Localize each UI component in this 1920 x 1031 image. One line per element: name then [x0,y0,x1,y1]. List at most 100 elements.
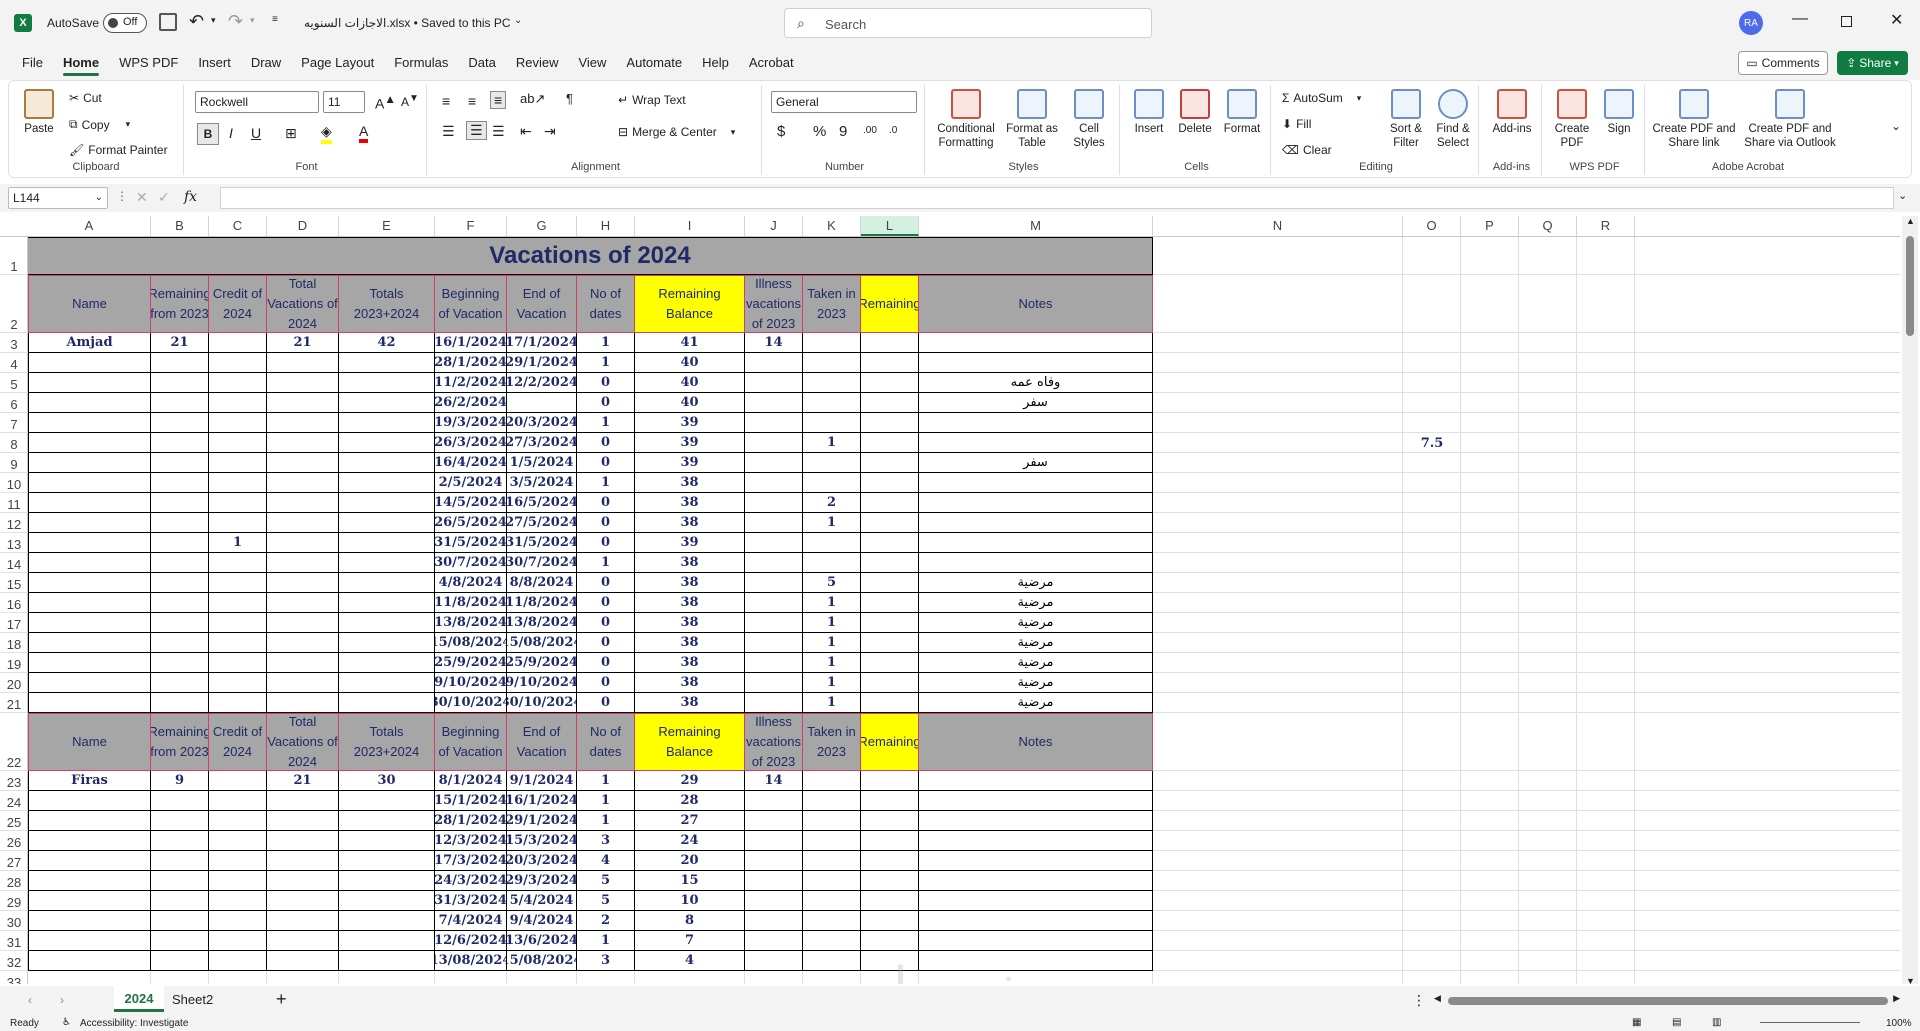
table-cell[interactable]: 11/2/2024 [435,373,507,393]
header-cell-f[interactable]: Beginning of Vacation [435,713,507,771]
table-cell[interactable] [28,811,151,831]
table-cell[interactable]: 1 [577,771,635,791]
table-cell[interactable]: 4 [577,851,635,871]
header-cell-h[interactable]: No of dates [577,275,635,333]
table-cell[interactable] [339,573,435,593]
table-cell[interactable]: 15/3/2024 [507,831,577,851]
table-cell[interactable] [209,891,267,911]
header-cell-a[interactable]: Name [28,275,151,333]
table-cell[interactable] [28,891,151,911]
table-cell[interactable]: 5 [577,891,635,911]
table-cell[interactable] [267,613,339,633]
tab-draw[interactable]: Draw [241,46,291,80]
table-cell[interactable]: 1 [803,693,861,713]
table-cell[interactable] [919,871,1153,891]
scroll-right-icon[interactable]: ▶ [1893,993,1900,1004]
table-cell[interactable]: 38 [635,553,745,573]
table-cell[interactable] [861,553,919,573]
table-cell[interactable] [209,693,267,713]
table-cell[interactable] [28,393,151,413]
paste-button[interactable]: Paste [19,89,59,136]
header-cell-k[interactable]: Taken in 2023 [803,713,861,771]
formula-input[interactable] [220,187,1894,209]
table-cell[interactable] [861,771,919,791]
table-cell[interactable] [209,771,267,791]
table-cell[interactable] [209,553,267,573]
table-cell[interactable]: 25/9/2024 [435,653,507,673]
table-cell[interactable] [267,493,339,513]
table-cell[interactable] [861,633,919,653]
italic-icon[interactable]: I [229,125,233,141]
table-cell[interactable]: مرضية [919,633,1153,653]
table-cell[interactable] [919,831,1153,851]
table-cell[interactable]: 14 [745,771,803,791]
sheet-tab-sheet2[interactable]: Sheet2 [172,992,213,1007]
number-format-select[interactable]: General [771,91,917,113]
table-cell[interactable]: 38 [635,693,745,713]
table-cell[interactable] [861,851,919,871]
cut-button[interactable]: ✂ Cut [69,91,102,105]
table-cell[interactable] [919,553,1153,573]
table-cell[interactable] [861,573,919,593]
table-cell[interactable] [28,693,151,713]
sheet-tab-2024[interactable]: 2024 [114,986,164,1012]
document-title[interactable]: الاجازات السنويه.xlsx • Saved to this PC [304,16,511,30]
table-cell[interactable] [28,613,151,633]
table-cell[interactable] [28,353,151,373]
table-cell[interactable] [861,871,919,891]
table-cell[interactable]: 1 [803,593,861,613]
table-cell[interactable] [919,473,1153,493]
table-cell[interactable] [267,393,339,413]
table-cell[interactable] [745,413,803,433]
font-name-select[interactable]: Rockwell [195,91,319,113]
table-cell[interactable]: 0 [577,433,635,453]
table-cell[interactable]: 19/3/2024 [435,413,507,433]
merge-center-button[interactable]: ⊟ Merge & Center ▾ [618,125,735,139]
bold-icon[interactable]: B [197,123,219,145]
table-cell[interactable]: 8/1/2024 [435,771,507,791]
table-cell[interactable] [745,593,803,613]
table-cell[interactable]: 27/3/2024 [507,433,577,453]
table-cell[interactable]: 7/4/2024 [435,911,507,931]
sort-filter-button[interactable]: Sort & Filter [1384,89,1428,150]
underline-icon[interactable]: U [251,125,261,141]
table-cell[interactable] [151,791,209,811]
table-cell[interactable] [745,573,803,593]
table-cell[interactable] [919,493,1153,513]
more-icon[interactable]: ⋮ [116,189,128,203]
table-cell[interactable]: 0 [577,633,635,653]
table-cell[interactable] [267,653,339,673]
table-cell[interactable] [209,413,267,433]
table-cell[interactable]: 39 [635,413,745,433]
table-cell[interactable]: 12/2/2024 [507,373,577,393]
header-cell-i[interactable]: Remaining Balance [635,275,745,333]
table-cell[interactable]: 7 [635,931,745,951]
table-cell[interactable]: وفاه عمه [919,373,1153,393]
table-cell[interactable] [745,613,803,633]
table-cell[interactable]: 21 [267,333,339,353]
table-cell[interactable] [28,413,151,433]
table-cell[interactable] [267,931,339,951]
table-cell[interactable] [919,333,1153,353]
table-cell[interactable] [267,831,339,851]
table-cell[interactable]: 16/5/2024 [507,493,577,513]
table-cell[interactable] [28,433,151,453]
table-cell[interactable]: 4/8/2024 [435,573,507,593]
table-cell[interactable] [28,791,151,811]
table-cell[interactable]: 17/1/2024 [507,333,577,353]
table-cell[interactable] [861,433,919,453]
table-cell[interactable]: 9 [151,771,209,791]
table-cell[interactable] [339,851,435,871]
header-cell-l[interactable]: Remaining [861,713,919,771]
header-cell-b[interactable]: Remaining from 2023 [151,275,209,333]
table-cell[interactable]: Firas [28,771,151,791]
table-cell[interactable] [339,613,435,633]
table-cell[interactable]: 11/8/2024 [435,593,507,613]
table-cell[interactable]: 1 [803,653,861,673]
table-cell[interactable] [209,393,267,413]
header-cell-g[interactable]: End of Vacation [507,713,577,771]
table-cell[interactable]: 12/6/2024 [435,931,507,951]
table-cell[interactable]: مرضية [919,613,1153,633]
table-cell[interactable]: 40 [635,353,745,373]
table-cell[interactable] [339,413,435,433]
